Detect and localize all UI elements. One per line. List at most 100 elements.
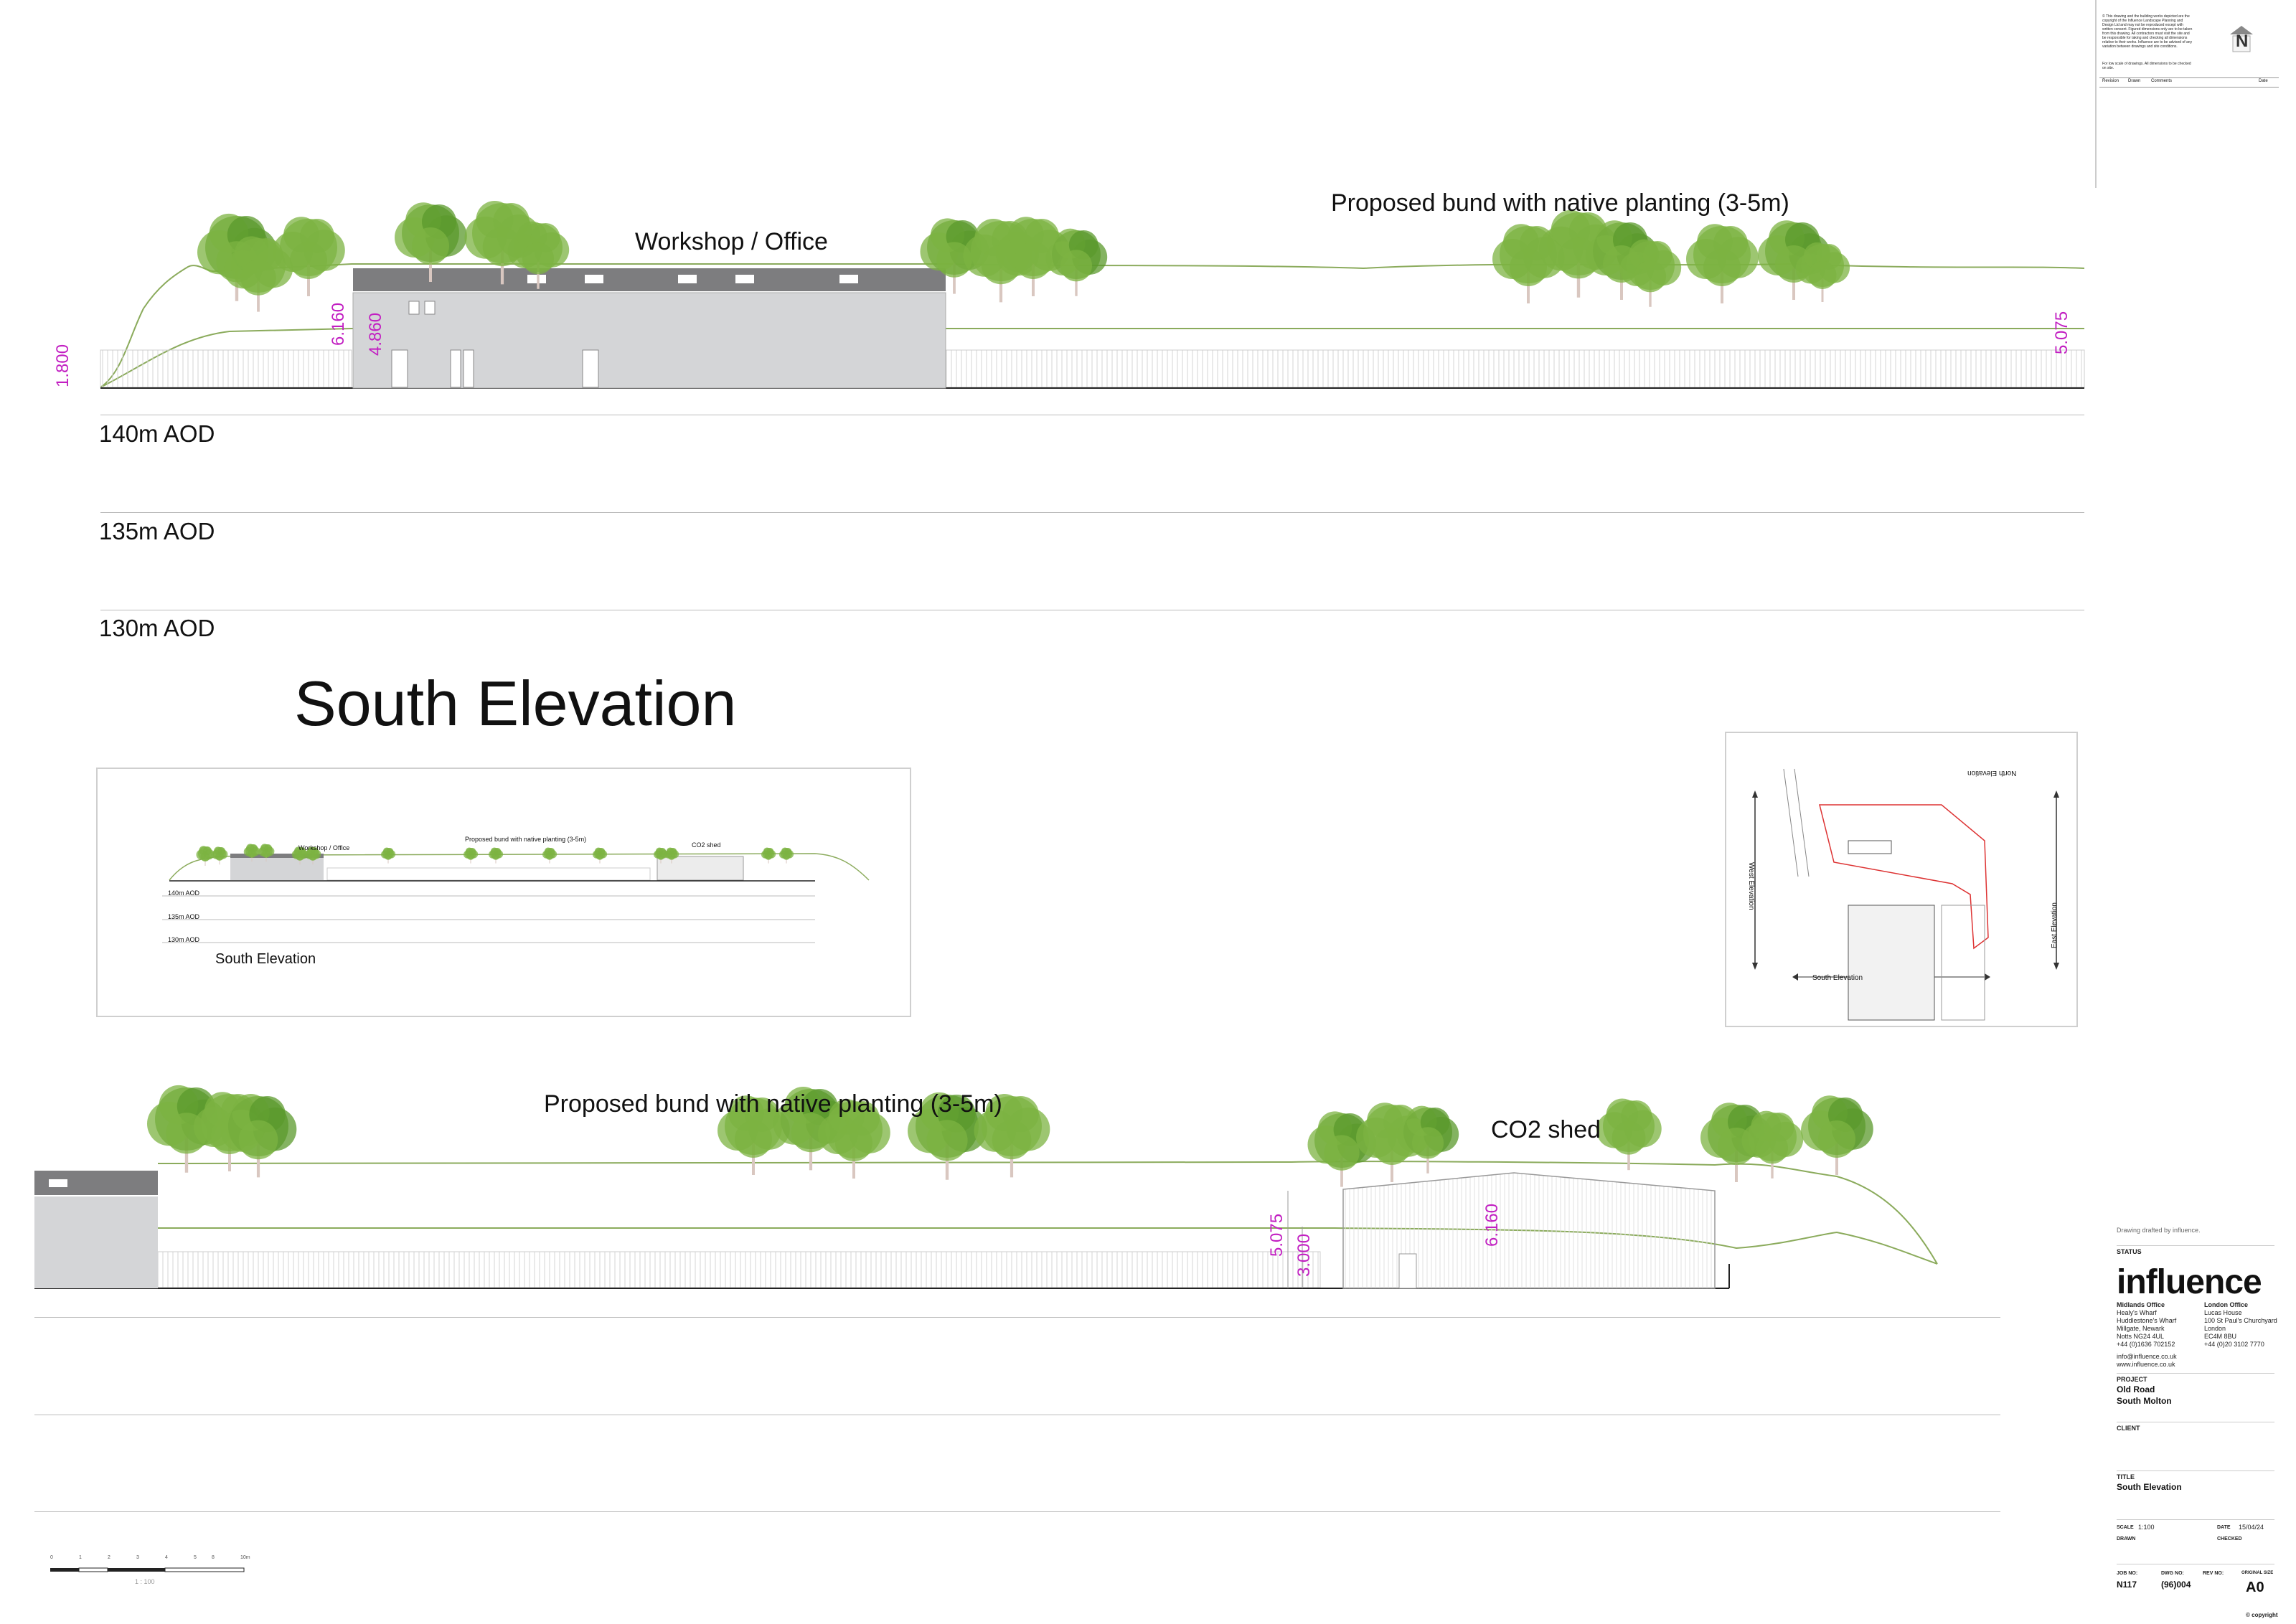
- tree-icon: [593, 847, 608, 864]
- lower-building-end: [34, 1196, 158, 1288]
- key-plan: North Elevation West Elevation East Elev…: [1725, 732, 2078, 1027]
- key-plan-drawing: [1752, 768, 2059, 1021]
- rev-col-drawn: Drawn: [2128, 79, 2141, 83]
- dim-upper-1: 1.800: [53, 344, 72, 387]
- key-north: North Elevation: [1967, 769, 2017, 777]
- upper-elevation: [100, 201, 2085, 389]
- date-field-label: DATE: [2217, 1525, 2231, 1530]
- london-heading: London Office: [2204, 1301, 2248, 1308]
- web-link[interactable]: www.influence.co.uk: [2117, 1361, 2177, 1369]
- key-east: East Elevation: [2051, 902, 2059, 948]
- midlands-line-4: Notts NG24 4UL: [2117, 1333, 2165, 1340]
- key-south: South Elevation: [1812, 974, 1863, 982]
- midlands-line-1: Healy's Wharf: [2117, 1309, 2157, 1316]
- project-line-2: South Molton: [2117, 1396, 2172, 1406]
- lower-fence: [157, 1251, 1321, 1288]
- thumbnail-drawing: [162, 844, 870, 943]
- tree-icon: [211, 846, 228, 865]
- scale-tick-3: 3: [136, 1555, 139, 1560]
- tb-rule-4: [2117, 1470, 2274, 1471]
- dim-upper-2: 6.160: [329, 302, 348, 346]
- london-line-1: Lucas House: [2204, 1309, 2242, 1316]
- lower-aod-line-1: [34, 1317, 2000, 1318]
- job-label: JOB NO:: [2117, 1571, 2138, 1576]
- scale-tick-1: 1: [79, 1555, 82, 1560]
- lower-aod-line-3: [34, 1511, 2000, 1512]
- dim-upper-4: 5.075: [2052, 311, 2071, 354]
- scale-tick-2: 2: [108, 1555, 110, 1560]
- scale-field-label: SCALE: [2117, 1525, 2134, 1530]
- aod-label-130: 130m AOD: [99, 615, 215, 641]
- tree-icon: [761, 847, 776, 864]
- lower-bund-label: Proposed bund with native planting (3-5m…: [544, 1090, 1002, 1118]
- upper-fence-right: [945, 349, 2085, 388]
- dim-lower-3: 6.160: [1482, 1203, 1502, 1247]
- tb-notes-2: For low scale of drawings. All dimension…: [2102, 62, 2191, 70]
- status-label: STATUS: [2117, 1248, 2142, 1255]
- revision-header: Revision Drawn Comments Date: [2099, 77, 2279, 88]
- thumb-building-label: Workshop / Office: [298, 844, 350, 851]
- north-letter: N: [2236, 32, 2249, 51]
- scale-tick-5: 5: [194, 1555, 197, 1560]
- thumb-shed-label: CO2 shed: [692, 841, 721, 849]
- london-line-5: +44 (0)20 3102 7770: [2204, 1341, 2264, 1348]
- london-line-2: 100 St Paul's Churchyard: [2204, 1317, 2277, 1324]
- midlands-line-3: Millgate, Newark: [2117, 1325, 2165, 1332]
- influence-logo: influence: [2117, 1263, 2262, 1301]
- tb-notes: © This drawing and the building works de…: [2102, 14, 2193, 49]
- dim-upper-3: 4.860: [366, 312, 385, 356]
- midlands-line-2: Huddlestone's Wharf: [2117, 1317, 2177, 1324]
- thumb-caption: South Elevation: [215, 951, 316, 967]
- tree-icon: [779, 847, 794, 864]
- scale-tick-8: 8: [212, 1555, 215, 1560]
- tree-icon: [1686, 224, 1759, 303]
- dim-lower-2: 3.000: [1294, 1233, 1314, 1277]
- main-title: South Elevation: [294, 668, 737, 739]
- project-label: PROJECT: [2117, 1376, 2147, 1383]
- size-value: A0: [2246, 1580, 2264, 1595]
- rev-col-revision: Revision: [2102, 79, 2119, 83]
- tree-icon: [1801, 1095, 1873, 1175]
- upper-fence: [100, 349, 352, 388]
- tree-icon: [196, 846, 215, 866]
- midlands-line-5: +44 (0)1636 702152: [2117, 1341, 2175, 1348]
- scale-tick-4: 4: [165, 1555, 168, 1560]
- elevation-thumbnail: Workshop / Office Proposed bund with nat…: [96, 768, 911, 1017]
- key-west: West Elevation: [1747, 862, 1755, 910]
- rev-label: REV NO:: [2203, 1571, 2224, 1576]
- lower-trees: [147, 1085, 1873, 1187]
- aod-label-135: 135m AOD: [99, 518, 215, 544]
- scale-ticks: 0 1 2 3 4 5 8 10m: [50, 1555, 258, 1565]
- tb-rule-5: [2117, 1519, 2274, 1520]
- workshop-office-label: Workshop / Office: [635, 228, 828, 255]
- thumb-aod-130: 130m AOD: [168, 936, 200, 943]
- email-link[interactable]: info@influence.co.uk: [2117, 1353, 2177, 1361]
- dwg-value: (96)004: [2161, 1580, 2191, 1590]
- thumb-aod-135: 135m AOD: [168, 913, 200, 920]
- london-office: London Office Lucas House 100 St Paul's …: [2204, 1301, 2283, 1349]
- thumb-aod-140: 140m AOD: [168, 889, 200, 897]
- rev-col-comments: Comments: [2151, 79, 2173, 83]
- thumb-bund-label: Proposed bund with native planting (3-5m…: [465, 836, 587, 843]
- contact: info@influence.co.uk www.influence.co.uk: [2117, 1353, 2177, 1369]
- tree-icon: [1596, 1098, 1662, 1171]
- date-field-value: 15/04/24: [2239, 1524, 2264, 1531]
- title-label: TITLE: [2117, 1473, 2135, 1481]
- copyright: © copyright: [2246, 1612, 2278, 1618]
- project-line-1: Old Road: [2117, 1384, 2155, 1394]
- aod-line-135: [100, 512, 2084, 513]
- tree-icon: [489, 847, 504, 864]
- tb-rule-2: [2117, 1373, 2274, 1374]
- midlands-heading: Midlands Office: [2117, 1301, 2165, 1308]
- upper-bund-label: Proposed bund with native planting (3-5m…: [1331, 189, 1789, 217]
- aod-label-140: 140m AOD: [99, 420, 215, 447]
- scale-tick-0: 0: [50, 1555, 53, 1560]
- client-label: CLIENT: [2117, 1425, 2140, 1432]
- tree-icon: [381, 847, 396, 864]
- title-value: South Elevation: [2117, 1482, 2182, 1492]
- checked-field-label: CHECKED: [2217, 1536, 2242, 1542]
- dwg-label: DWG NO:: [2161, 1571, 2184, 1576]
- lower-elevation: [34, 1085, 1938, 1289]
- scale-tick-10: 10m: [240, 1555, 250, 1560]
- tb-rule-1: [2117, 1245, 2274, 1246]
